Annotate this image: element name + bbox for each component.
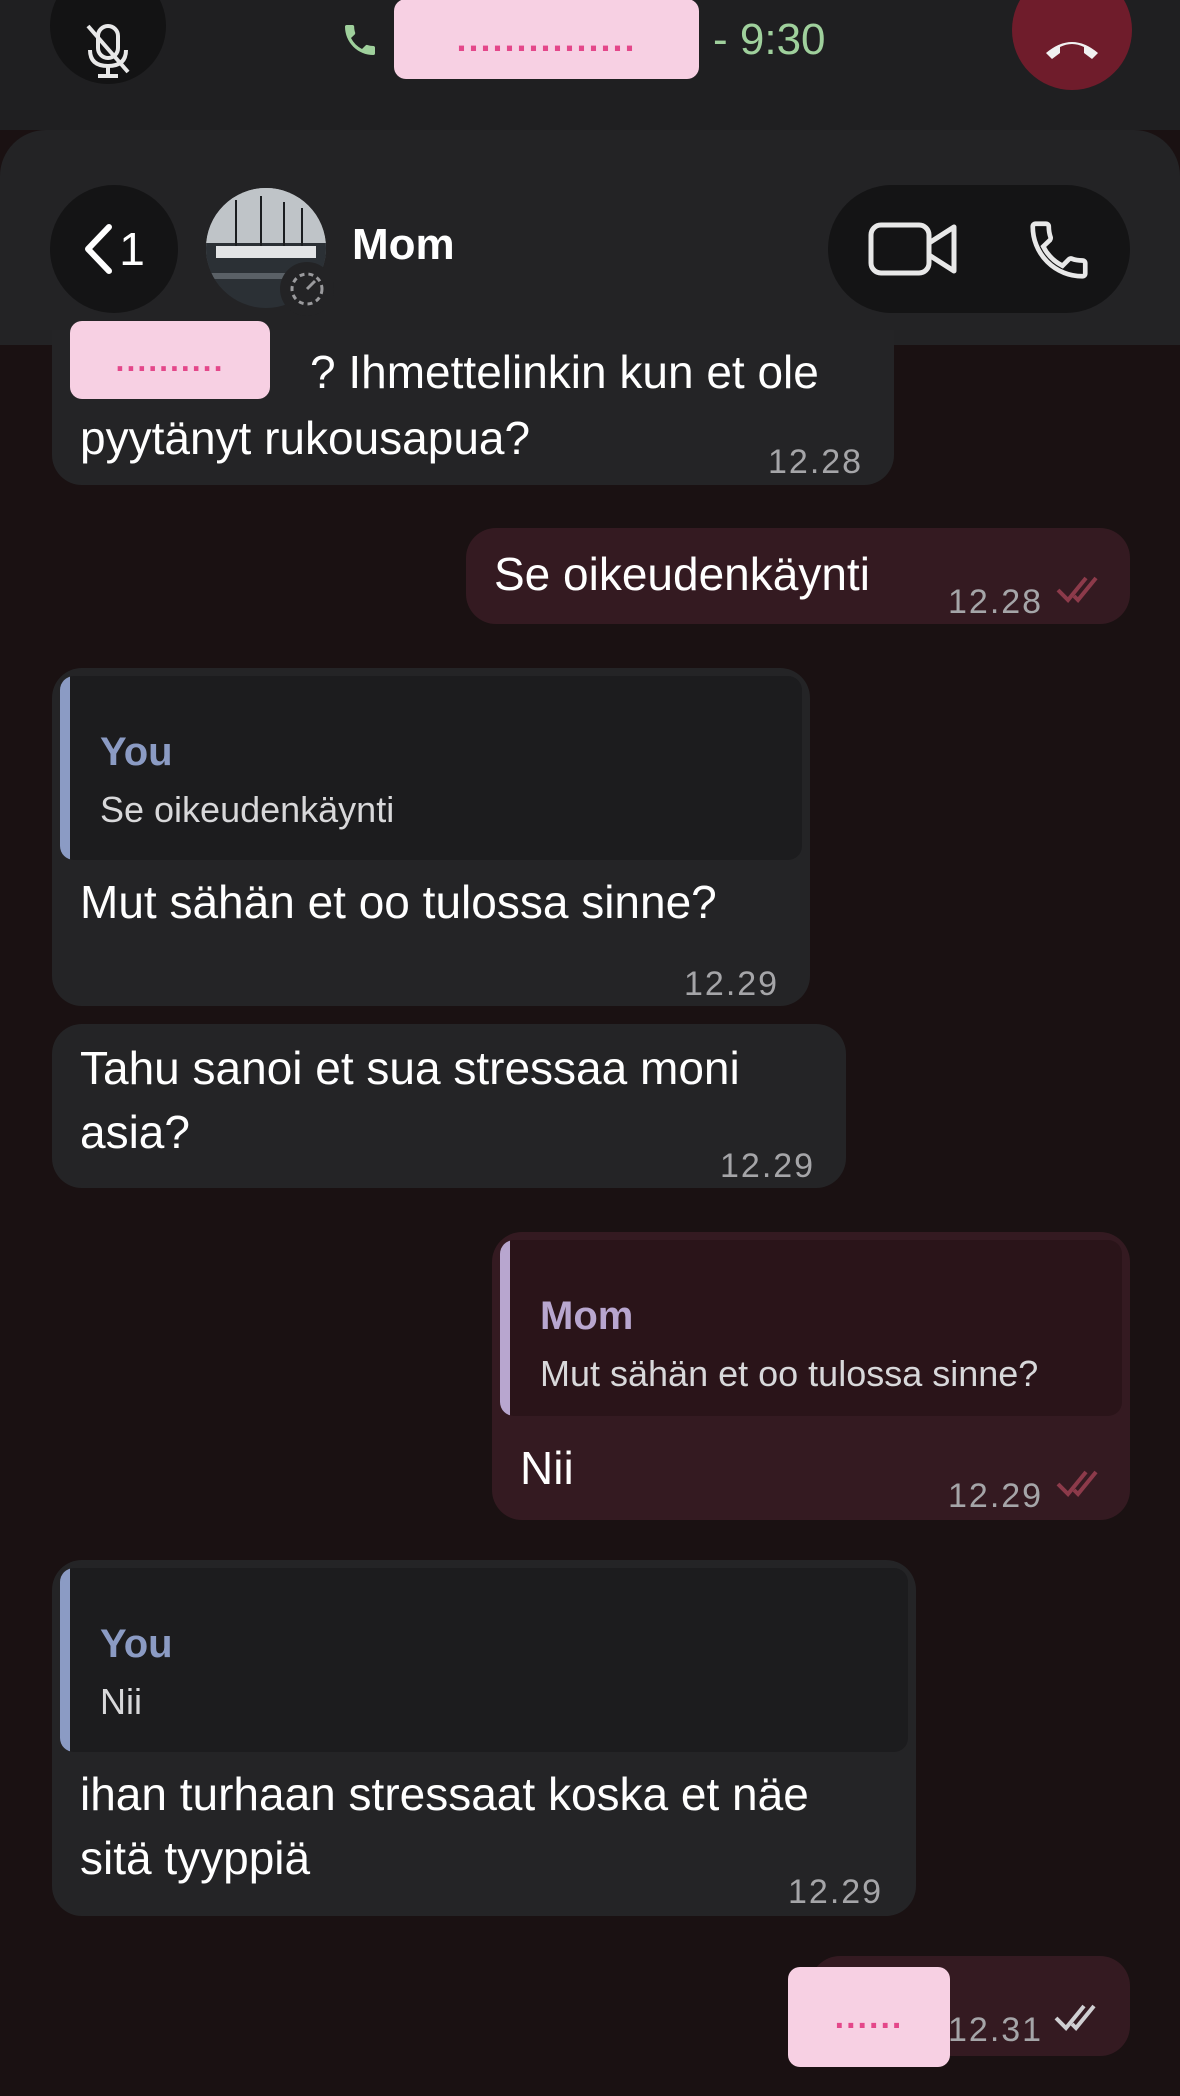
quote-text: Mut sähän et oo tulossa sinne? xyxy=(540,1353,1039,1394)
quoted-reply[interactable]: Mom Mut sähän et oo tulossa sinne? xyxy=(500,1240,1122,1416)
call-status[interactable]: ............... - 9:30 xyxy=(340,0,826,80)
unread-count: 1 xyxy=(119,223,145,275)
message-time: 12.29 xyxy=(948,1477,1044,1515)
message-incoming[interactable]: You Nii ihan turhaan stressaat koska et … xyxy=(52,1560,916,1916)
message-time: 12.29 xyxy=(684,965,780,1003)
call-duration: - 9:30 xyxy=(713,15,826,64)
quote-text: Nii xyxy=(100,1681,142,1722)
read-receipt-icon xyxy=(1056,1470,1098,1497)
redacted-text: .......... xyxy=(70,321,270,399)
message-text-line: ihan turhaan stressaat koska et näe xyxy=(80,1768,809,1820)
quote-text: Se oikeudenkäynti xyxy=(100,789,395,830)
ongoing-call-bar[interactable]: ............... - 9:30 xyxy=(0,0,1180,130)
message-time: 12.28 xyxy=(948,583,1044,621)
message-time: 12.31 xyxy=(948,2011,1044,2049)
contact-name[interactable]: Mom xyxy=(352,220,455,270)
video-call-icon[interactable] xyxy=(868,219,958,279)
message-text-line: pyytänyt rukousapua? xyxy=(80,412,531,464)
message-outgoing[interactable]: Se oikeudenkäynti 12.28 xyxy=(466,528,1130,624)
muted-microphone-icon xyxy=(86,24,130,78)
message-text: Nii xyxy=(520,1442,574,1494)
message-time: 12.29 xyxy=(788,1873,884,1911)
message-text: Mut sähän et oo tulossa sinne? xyxy=(80,876,717,928)
quote-author: You xyxy=(100,730,173,774)
read-receipt-icon xyxy=(1054,2004,1096,2031)
mute-button[interactable] xyxy=(50,0,166,84)
message-time: 12.28 xyxy=(768,443,864,481)
quote-accent-bar xyxy=(60,1568,70,1752)
message-outgoing[interactable]: Mom Mut sähän et oo tulossa sinne? Nii 1… xyxy=(492,1232,1130,1520)
message-text-line: asia? xyxy=(80,1106,190,1158)
chevron-left-icon xyxy=(85,224,113,274)
quote-accent-bar xyxy=(500,1240,510,1416)
message-incoming[interactable]: Tahu sanoi et sua stressaa moni asia? 12… xyxy=(52,1024,846,1188)
end-call-button[interactable] xyxy=(1012,0,1132,90)
quoted-reply[interactable]: You Se oikeudenkäynti xyxy=(60,676,802,860)
read-receipt-icon xyxy=(1056,576,1098,603)
quote-author: Mom xyxy=(540,1294,634,1338)
chat-header: 1 Mom xyxy=(0,130,1180,345)
message-text: Se oikeudenkäynti xyxy=(494,548,870,600)
call-actions xyxy=(828,185,1130,313)
message-time: 12.29 xyxy=(720,1147,816,1185)
disappearing-timer-icon xyxy=(280,262,334,316)
hang-up-icon xyxy=(1046,42,1098,59)
quoted-reply[interactable]: You Nii xyxy=(60,1568,908,1752)
redacted-caller-name: ............... xyxy=(394,0,699,79)
message-incoming[interactable]: You Se oikeudenkäynti Mut sähän et oo tu… xyxy=(52,668,810,1006)
back-button[interactable]: 1 xyxy=(50,185,178,313)
message-text-line: ? Ihmettelinkin kun et ole xyxy=(310,346,819,398)
redacted-text: ...... xyxy=(788,1967,950,2067)
phone-icon xyxy=(345,25,375,55)
voice-call-icon[interactable] xyxy=(1024,215,1094,285)
quote-accent-bar xyxy=(60,676,70,860)
quote-author: You xyxy=(100,1622,173,1666)
message-text-line: Tahu sanoi et sua stressaa moni xyxy=(80,1042,740,1094)
message-text-line: sitä tyyppiä xyxy=(80,1832,311,1884)
